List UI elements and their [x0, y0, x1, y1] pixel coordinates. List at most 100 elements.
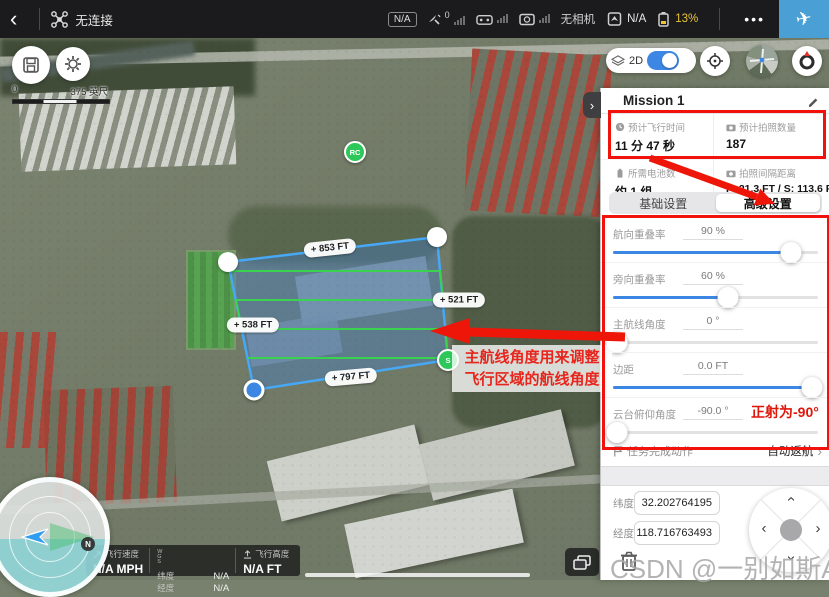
- battery-icon: [615, 168, 625, 178]
- wgs-label: WGS: [157, 550, 164, 565]
- camera-interval-icon: [726, 169, 736, 178]
- edge-label-right: + 521 FT: [433, 293, 485, 308]
- latitude-input[interactable]: 32.202764195: [634, 491, 720, 515]
- map-scale: 0375 英尺: [12, 84, 110, 104]
- home-indicator: [305, 573, 530, 577]
- topbar-divider-2: [719, 8, 720, 30]
- map-scale-bar: [12, 99, 110, 104]
- toggle-knob: [662, 53, 677, 68]
- camera-icon: [726, 123, 736, 132]
- dpad-up-icon[interactable]: ›: [784, 492, 798, 506]
- rc-signal-group: [476, 13, 508, 26]
- front-overlap-slider[interactable]: [613, 242, 818, 262]
- dpad-right-icon[interactable]: ›: [811, 522, 825, 536]
- setting-gimbal-pitch: 云台俯仰角度 -90.0 ° 正射为-90°: [601, 397, 829, 442]
- camera-feed-icon: [519, 13, 535, 26]
- margin-value[interactable]: 0.0 FT: [683, 360, 743, 375]
- flag-icon: [613, 446, 623, 457]
- gear-icon: [64, 55, 82, 73]
- compass-reset-button[interactable]: [792, 46, 822, 76]
- back-button[interactable]: ‹: [0, 0, 29, 38]
- longitude-input[interactable]: 118.716763493: [634, 521, 720, 545]
- gimbal-pitch-slider[interactable]: [613, 422, 818, 442]
- gps-mode-badge: N/A: [388, 12, 417, 27]
- camera-signal-bars: [539, 14, 550, 23]
- panel-collapse-tab[interactable]: ›: [583, 92, 601, 118]
- aircraft-battery-value: N/A: [627, 13, 646, 25]
- rc-location-marker: RC: [344, 141, 366, 163]
- gimbal-annotation-text: 正射为-90°: [751, 402, 819, 422]
- aircraft-heading-icon: [21, 527, 51, 547]
- telemetry-altitude: 飞行高度 N/A FT: [236, 545, 295, 576]
- map-mode-toggle[interactable]: [647, 51, 679, 70]
- remote-controller-icon: [476, 13, 493, 26]
- front-overlap-value[interactable]: 90 %: [683, 225, 743, 240]
- map-mode-pill: 2D: [606, 48, 696, 73]
- side-overlap-value[interactable]: 60 %: [683, 270, 743, 285]
- gps-signal-group: 0: [427, 10, 465, 28]
- controller-battery-icon: [657, 11, 670, 27]
- minimap-roads-icon: [746, 45, 778, 77]
- slider-thumb[interactable]: [781, 242, 802, 263]
- map-layer-icon: [573, 555, 591, 570]
- chevron-right-icon: ›: [817, 443, 822, 459]
- drone-icon: [50, 10, 69, 29]
- camera-signal-group: [519, 13, 550, 26]
- camera-status: 无相机: [561, 11, 596, 27]
- layers-icon: [611, 55, 625, 67]
- takeoff-plane-icon: ✈: [794, 6, 814, 32]
- controller-battery-group: 13%: [657, 11, 698, 27]
- slider-thumb[interactable]: [801, 377, 822, 398]
- edit-pencil-icon[interactable]: [806, 94, 820, 108]
- north-badge: N: [81, 537, 95, 551]
- minimap-button[interactable]: [746, 45, 778, 77]
- altitude-value: N/A FT: [243, 562, 289, 576]
- slider-thumb[interactable]: [717, 287, 738, 308]
- mission-panel: Mission 1 预计飞行时间 11 分 47 秒 预计拍照数量 187 所需…: [600, 88, 829, 580]
- polygon-handle-bottomleft[interactable]: [244, 380, 265, 401]
- telemetry-lng-value: N/A: [213, 583, 229, 594]
- setting-front-overlap: 航向重叠率 90 %: [601, 218, 829, 262]
- gimbal-pitch-value[interactable]: -90.0 °: [683, 405, 743, 420]
- compass-icon: [796, 50, 818, 72]
- side-overlap-slider[interactable]: [613, 287, 818, 307]
- dpad-center[interactable]: [780, 519, 802, 541]
- telemetry-bar: 飞行速度 N/A MPH WGS 纬度N/A 经度N/A 飞行高度 N/A FT: [86, 545, 300, 576]
- setting-side-overlap: 旁向重叠率 60 %: [601, 262, 829, 307]
- map-mode-label: 2D: [629, 55, 643, 67]
- setting-course-angle: 主航线角度 0 °: [601, 307, 829, 352]
- settings-tabs: 基础设置 高级设置: [609, 192, 822, 214]
- mission-settings-button[interactable]: [56, 47, 90, 81]
- course-angle-value[interactable]: 0 °: [683, 315, 743, 330]
- rc-signal-bars: [497, 14, 508, 23]
- stat-flight-time: 预计飞行时间 11 分 47 秒: [601, 114, 713, 159]
- topbar-divider: [39, 8, 40, 30]
- tab-advanced-settings[interactable]: 高级设置: [716, 194, 821, 212]
- aircraft-battery-group: N/A: [607, 11, 646, 27]
- stat-photo-count: 预计拍照数量 187: [713, 114, 829, 159]
- edge-label-left: + 538 FT: [227, 318, 279, 333]
- dpad-left-icon[interactable]: ›: [757, 522, 771, 536]
- more-menu-button[interactable]: •••: [730, 11, 779, 27]
- course-angle-slider[interactable]: [613, 332, 818, 352]
- altitude-icon: [243, 550, 252, 559]
- controller-battery-value: 13%: [675, 13, 698, 25]
- tab-basic-settings[interactable]: 基础设置: [611, 194, 716, 212]
- setting-margin: 边距 0.0 FT: [601, 352, 829, 397]
- map-layer-button[interactable]: [565, 548, 599, 576]
- clock-icon: [615, 122, 625, 132]
- margin-slider[interactable]: [613, 377, 818, 397]
- save-mission-button[interactable]: [12, 46, 50, 84]
- gps-signal-bars: [454, 16, 465, 25]
- annotation-route-note: 主航线角度用来调整 飞行区域的航线角度: [452, 345, 612, 392]
- crosshair-icon: [706, 52, 724, 70]
- telemetry-position: WGS 纬度N/A 经度N/A: [150, 545, 235, 576]
- locate-button[interactable]: [700, 46, 730, 76]
- advanced-settings: 航向重叠率 90 % 旁向重叠率 60 % 主航线角度 0 ° 边距: [601, 218, 829, 442]
- finish-action-row[interactable]: 任务完成动作 自动返航 ›: [601, 440, 829, 462]
- polygon-handle-topright[interactable]: [427, 227, 447, 247]
- panel-divider-band: [601, 466, 829, 486]
- takeoff-button[interactable]: ✈: [779, 0, 829, 38]
- polygon-handle-topleft[interactable]: [218, 252, 238, 272]
- aircraft-battery-icon: [607, 11, 622, 27]
